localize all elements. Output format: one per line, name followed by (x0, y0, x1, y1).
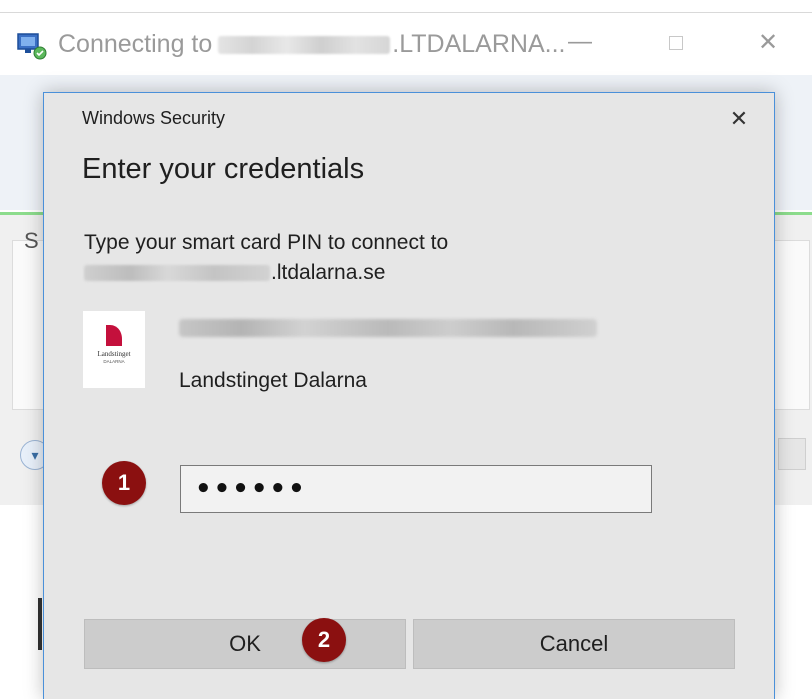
rdp-close-button[interactable]: ✕ (748, 28, 788, 57)
step-1-badge: 1 (102, 461, 146, 505)
maximize-icon (669, 36, 683, 50)
dialog-caption: Windows Security (82, 108, 226, 128)
prompt-text: Type your smart card PIN to connect to (84, 231, 449, 254)
cancel-button[interactable]: Cancel (413, 619, 735, 669)
logo-subtext: DALARNA (103, 359, 124, 364)
step-2-badge: 2 (302, 618, 346, 662)
smart-card-tile[interactable]: Landstinget DALARNA (83, 311, 145, 388)
minimize-button[interactable]: — (560, 28, 600, 56)
dialog-heading: Enter your credentials (82, 153, 365, 185)
card-organization: Landstinget Dalarna (179, 369, 367, 392)
redacted-hostname (218, 35, 391, 54)
pin-input[interactable]: •••••• (180, 465, 652, 513)
remote-desktop-icon (17, 33, 47, 60)
dialog-close-button[interactable]: ✕ (722, 103, 756, 135)
target-host: .ltdalarna.se (84, 258, 448, 288)
logo-text: Landstinget (97, 350, 130, 358)
ok-button[interactable]: OK (84, 619, 406, 669)
windows-security-dialog: Windows Security ✕ Enter your credential… (43, 92, 775, 699)
background-dark-edge (38, 598, 42, 650)
rdp-button-edge[interactable] (778, 438, 806, 470)
rdp-title-suffix: .LTDALARNA... (392, 30, 566, 58)
redacted-hostname (84, 265, 270, 281)
rdp-title-prefix: Connecting to (58, 30, 213, 58)
connection-prompt: Type your smart card PIN to connect to .… (84, 228, 448, 288)
maximize-button[interactable] (656, 28, 696, 57)
landstinget-logo-icon: Landstinget DALARNA (97, 325, 131, 364)
redacted-card-holder (179, 319, 597, 337)
rdp-partial-label: S (24, 228, 39, 253)
host-suffix: .ltdalarna.se (271, 261, 386, 284)
rdp-window-title: Connecting to .LTDALARNA... (58, 30, 565, 59)
